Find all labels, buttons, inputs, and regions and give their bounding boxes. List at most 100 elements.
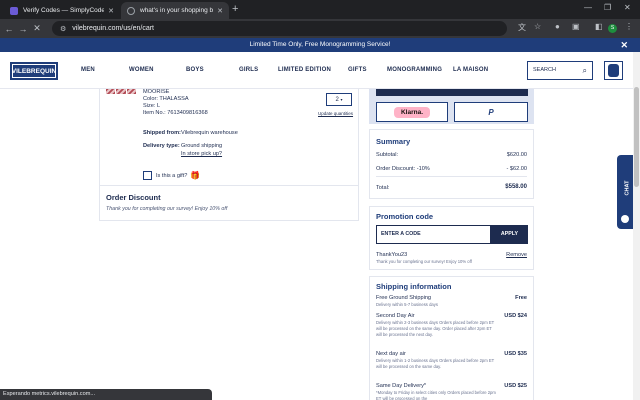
- shipped-from-value: Vilebrequin warehouse: [181, 130, 238, 136]
- shipping-option-price: USD $24: [504, 313, 527, 319]
- order-discount-value: - $62.00: [506, 166, 527, 172]
- minimize-icon[interactable]: —: [584, 3, 592, 12]
- vilebrequin-logo[interactable]: VILEBREQUIN: [10, 62, 58, 80]
- nav-women[interactable]: WOMEN: [129, 67, 154, 73]
- checkout-button[interactable]: [376, 89, 528, 96]
- shipping-option-price: USD $25: [504, 383, 527, 389]
- close-tab-icon[interactable]: ✕: [108, 7, 114, 15]
- quantity-value: 2: [335, 97, 339, 103]
- paypal-icon: P: [488, 107, 494, 117]
- divider: [99, 185, 359, 186]
- applied-code: ThankYou23: [376, 252, 408, 258]
- promo-banner: Limited Time Only, Free Monogramming Ser…: [0, 38, 640, 52]
- promo-text: Limited Time Only, Free Monogramming Ser…: [249, 41, 391, 48]
- forward-icon[interactable]: →: [16, 24, 30, 34]
- nav-limited-edition[interactable]: LIMITED EDITION: [278, 67, 331, 73]
- account-button[interactable]: [604, 61, 623, 80]
- chat-bubble-icon: [621, 215, 629, 223]
- order-discount-message: Thank you for completing our survey! Enj…: [106, 206, 228, 212]
- page-scrollbar[interactable]: [633, 52, 640, 400]
- browser-tab-cart[interactable]: what's in your shopping bag ✕: [121, 2, 229, 19]
- shipping-option-name: Second Day Air: [376, 313, 415, 319]
- delivery-type-value: Ground shipping: [181, 143, 223, 149]
- menu-kebab-icon[interactable]: ⋮: [625, 22, 633, 31]
- shipping-option-price: USD $35: [504, 351, 527, 357]
- cart-page: MOORISE Color: THALASSA Size: L Item No.…: [0, 89, 633, 400]
- gift-icon: 🎁: [190, 171, 200, 180]
- extensions-puzzle-icon[interactable]: ▣: [572, 22, 580, 31]
- shipping-option-desc: Delivery within 1-2 business days Orders…: [376, 358, 495, 369]
- gift-checkbox[interactable]: [143, 171, 152, 180]
- promotion-title: Promotion code: [376, 212, 434, 221]
- shipping-option-desc: *Monday to Friday in select cities only …: [376, 390, 496, 400]
- address-bar[interactable]: ⚙ vilebrequin.com/us/en/cart: [52, 21, 507, 36]
- nav-monogramming[interactable]: MONOGRAMMING: [387, 67, 442, 73]
- subtotal-label: Subtotal:: [376, 152, 399, 158]
- summary-title: Summary: [376, 137, 411, 146]
- shipping-title: Shipping information: [376, 282, 452, 291]
- chat-label: CHAT: [624, 180, 631, 196]
- quantity-select[interactable]: 2 ▾: [326, 93, 352, 106]
- nav-gifts[interactable]: GIFTS: [348, 67, 367, 73]
- paypal-button[interactable]: P: [454, 102, 528, 122]
- new-tab-icon[interactable]: +: [232, 3, 238, 15]
- close-tab-icon[interactable]: ✕: [217, 7, 223, 15]
- shipping-panel: Shipping information Free Ground Shippin…: [369, 276, 534, 400]
- delivery-type-label: Delivery type:: [143, 143, 180, 149]
- simplycodes-favicon-icon: [10, 6, 18, 15]
- klarna-button[interactable]: Klarna.: [376, 102, 448, 122]
- close-promo-icon[interactable]: ✕: [620, 38, 628, 52]
- loading-favicon-icon: [127, 6, 135, 15]
- apply-code-button[interactable]: APPLY: [491, 225, 528, 244]
- shipping-option-desc: Delivery within 2-3 business days Orders…: [376, 320, 495, 337]
- site-header: VILEBREQUIN MEN WOMEN BOYS GIRLS LIMITED…: [0, 52, 633, 89]
- search-placeholder: SEARCH: [533, 67, 556, 73]
- promo-code-placeholder: ENTER A CODE: [381, 231, 421, 237]
- browser-tab-simplycodes[interactable]: Verify Codes — SimplyCodes ✕: [4, 2, 120, 19]
- shipping-option-name: Next day air: [376, 351, 406, 357]
- promotion-panel: Promotion code ENTER A CODE APPLY ThankY…: [369, 206, 534, 270]
- extension-icon[interactable]: ●: [555, 22, 560, 31]
- nav-la-maison[interactable]: LA MAISON: [453, 67, 488, 73]
- sidepanel-icon[interactable]: ◧: [595, 22, 603, 31]
- chat-button[interactable]: CHAT: [617, 155, 633, 229]
- nav-men[interactable]: MEN: [81, 67, 95, 73]
- order-discount-label: Order Discount: -10%: [376, 166, 430, 172]
- back-icon[interactable]: ←: [2, 24, 16, 34]
- shipping-option-price: Free: [515, 295, 527, 301]
- search-input[interactable]: SEARCH ⌕: [527, 61, 593, 80]
- store-pickup-link[interactable]: In store pick up?: [181, 151, 222, 157]
- nav-girls[interactable]: GIRLS: [239, 67, 258, 73]
- applied-code-note: Thank you for completing our survey! Enj…: [376, 259, 472, 264]
- maximize-icon[interactable]: ❐: [604, 3, 611, 12]
- browser-tab-strip: Verify Codes — SimplyCodes ✕ what's in y…: [0, 0, 640, 19]
- product-thumbnail[interactable]: [106, 89, 136, 94]
- promo-code-input[interactable]: ENTER A CODE: [376, 225, 491, 244]
- scrollbar-thumb[interactable]: [634, 87, 639, 187]
- close-window-icon[interactable]: ✕: [624, 3, 631, 12]
- product-item-no: Item No.: 7613409816368: [143, 110, 208, 116]
- shipping-option-name: Free Ground Shipping: [376, 295, 432, 301]
- product-name[interactable]: MOORISE: [143, 89, 169, 95]
- translate-icon[interactable]: 文: [518, 22, 526, 33]
- total-value: $558.00: [505, 184, 527, 190]
- remove-code-link[interactable]: Remove: [506, 252, 527, 258]
- profile-avatar-icon[interactable]: S: [608, 24, 617, 33]
- site-info-icon[interactable]: ⚙: [60, 25, 66, 33]
- shipping-option-name: Same Day Delivery*: [376, 383, 427, 389]
- search-icon[interactable]: ⌕: [583, 62, 587, 79]
- chevron-down-icon: ▾: [340, 97, 343, 102]
- stop-icon[interactable]: ✕: [30, 23, 44, 34]
- tab-title: Verify Codes — SimplyCodes: [23, 7, 105, 14]
- product-size: Size: L: [143, 103, 161, 109]
- browser-status-text: Esperando metrics.vilebrequin.com...: [0, 389, 212, 400]
- product-color: Color: THALASSA: [143, 96, 189, 102]
- update-quantities-link[interactable]: Update quantities: [318, 111, 353, 116]
- bookmark-star-icon[interactable]: ☆: [534, 22, 541, 31]
- summary-panel: Summary Subtotal: $620.00 Order Discount…: [369, 129, 534, 199]
- divider: [376, 176, 527, 177]
- nav-boys[interactable]: BOYS: [186, 67, 204, 73]
- shipping-option-desc: Delivery within 5-7 business days: [376, 302, 438, 307]
- tab-title: what's in your shopping bag: [140, 7, 214, 14]
- url-text: vilebrequin.com/us/en/cart: [72, 25, 154, 32]
